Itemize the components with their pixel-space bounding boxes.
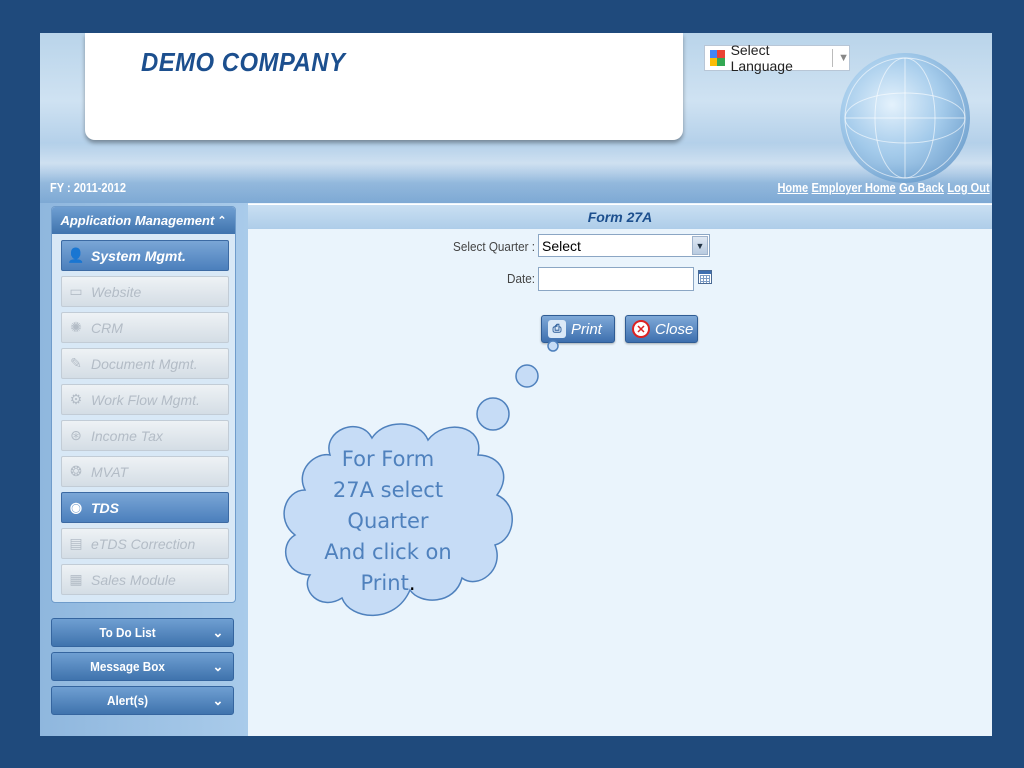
divider: [832, 49, 834, 67]
income-tax-icon: ⊛: [70, 427, 82, 443]
workflow-icon: ⚙: [69, 391, 83, 407]
callout-line: 27A select: [332, 478, 444, 502]
accordion-label: Message Box: [90, 659, 165, 674]
date-label: Date:: [507, 271, 535, 286]
sales-icon: ▦: [69, 571, 83, 587]
callout-line: Quarter: [347, 509, 429, 533]
calendar-icon[interactable]: [698, 270, 712, 284]
close-button-label: Close: [655, 320, 694, 338]
language-selector[interactable]: Select Language ▼: [704, 42, 850, 74]
close-icon: ✕: [632, 320, 650, 338]
sidebar-item-mvat[interactable]: ❂ MVAT: [61, 456, 229, 487]
callout-line: For Form: [341, 447, 435, 471]
sidebar-item-system-mgmt[interactable]: 👤 System Mgmt.: [61, 240, 229, 271]
fiscal-year: FY : 2011-2012: [50, 180, 126, 195]
sidebar-item-label: eTDS Correction: [91, 535, 196, 552]
alerts-accordion[interactable]: Alert(s) ⌄: [51, 686, 234, 715]
sidebar-item-income-tax[interactable]: ⊛ Income Tax: [61, 420, 229, 451]
todo-list-accordion[interactable]: To Do List ⌄: [51, 618, 234, 647]
sidebar-item-label: MVAT: [91, 463, 129, 480]
mvat-icon: ❂: [70, 463, 82, 479]
sidebar: Application Management ⌃ 👤 System Mgmt. …: [40, 203, 248, 736]
sidebar-item-label: CRM: [91, 319, 123, 336]
go-back-link[interactable]: Go Back: [899, 180, 944, 195]
print-button-label: Print: [571, 320, 602, 338]
sidebar-item-label: Sales Module: [91, 571, 176, 588]
sidebar-item-label: Income Tax: [91, 427, 163, 444]
chevron-down-icon: ▼: [838, 52, 849, 64]
logo-panel: DEMO COMPANY: [85, 33, 683, 140]
accordion-label: To Do List: [99, 625, 156, 640]
globe-grid-lines: [844, 57, 966, 179]
chevron-down-icon: ⌄: [212, 624, 224, 640]
sidebar-item-sales-module[interactable]: ▦ Sales Module: [61, 564, 229, 595]
sidebar-item-document-mgmt[interactable]: ✎ Document Mgmt.: [61, 348, 229, 379]
chevron-down-icon: ⌄: [212, 658, 224, 674]
chevron-down-icon: ⌄: [212, 692, 224, 708]
select-quarter-label: Select Quarter :: [453, 239, 535, 254]
sidebar-item-website[interactable]: ▭ Website: [61, 276, 229, 307]
sidebar-item-label: System Mgmt.: [91, 247, 186, 264]
company-name: DEMO COMPANY: [141, 47, 346, 77]
application-management-header[interactable]: Application Management ⌃: [52, 207, 235, 234]
sidebar-item-etds-correction[interactable]: ▤ eTDS Correction: [61, 528, 229, 559]
chevron-down-icon[interactable]: ▼: [692, 236, 708, 255]
log-out-link[interactable]: Log Out: [948, 180, 990, 195]
print-icon: ⎙: [548, 320, 566, 338]
quarter-select[interactable]: Select ▼: [538, 234, 710, 257]
callout-line: And click on: [324, 540, 452, 564]
callout-line: Print: [360, 571, 409, 595]
etds-icon: ▤: [69, 535, 83, 551]
sidebar-item-label: Website: [91, 283, 142, 300]
sidebar-item-tds[interactable]: ◉ TDS: [61, 492, 229, 523]
callout-text: For Form 27A select Quarter And click on…: [308, 444, 468, 599]
print-button[interactable]: ⎙ Print: [541, 315, 615, 343]
accordion-label: Alert(s): [107, 693, 148, 708]
message-box-accordion[interactable]: Message Box ⌄: [51, 652, 234, 681]
document-icon: ✎: [70, 355, 82, 371]
top-nav-links: Home Employer Home Go Back Log Out: [774, 180, 990, 195]
application-management-panel: Application Management ⌃ 👤 System Mgmt. …: [51, 206, 236, 603]
form-title: Form 27A: [248, 204, 992, 229]
chevron-up-icon: ⌃: [217, 215, 227, 227]
app-window: DEMO COMPANY Select Language ▼ FY : 2011…: [40, 33, 992, 736]
callout-period: .: [408, 571, 416, 595]
sidebar-item-label: Document Mgmt.: [91, 355, 198, 372]
panel-title: Application Management: [60, 213, 215, 228]
home-link[interactable]: Home: [778, 180, 809, 195]
header: DEMO COMPANY Select Language ▼ FY : 2011…: [40, 33, 992, 203]
callout-line-last: Print.: [308, 568, 468, 599]
close-button[interactable]: ✕ Close: [625, 315, 698, 343]
website-icon: ▭: [69, 283, 83, 299]
date-input[interactable]: [538, 267, 694, 291]
employer-home-link[interactable]: Employer Home: [812, 180, 896, 195]
sidebar-item-crm[interactable]: ✺ CRM: [61, 312, 229, 343]
language-selector-label: Select Language: [730, 42, 793, 74]
crm-icon: ✺: [70, 319, 82, 335]
sidebar-item-label: Work Flow Mgmt.: [91, 391, 200, 408]
quarter-select-value: Select: [542, 237, 581, 254]
google-icon: [710, 50, 725, 66]
sidebar-item-label: TDS: [91, 499, 119, 516]
tds-icon: ◉: [69, 499, 83, 515]
user-icon: 👤: [67, 247, 85, 263]
sidebar-item-work-flow-mgmt[interactable]: ⚙ Work Flow Mgmt.: [61, 384, 229, 415]
